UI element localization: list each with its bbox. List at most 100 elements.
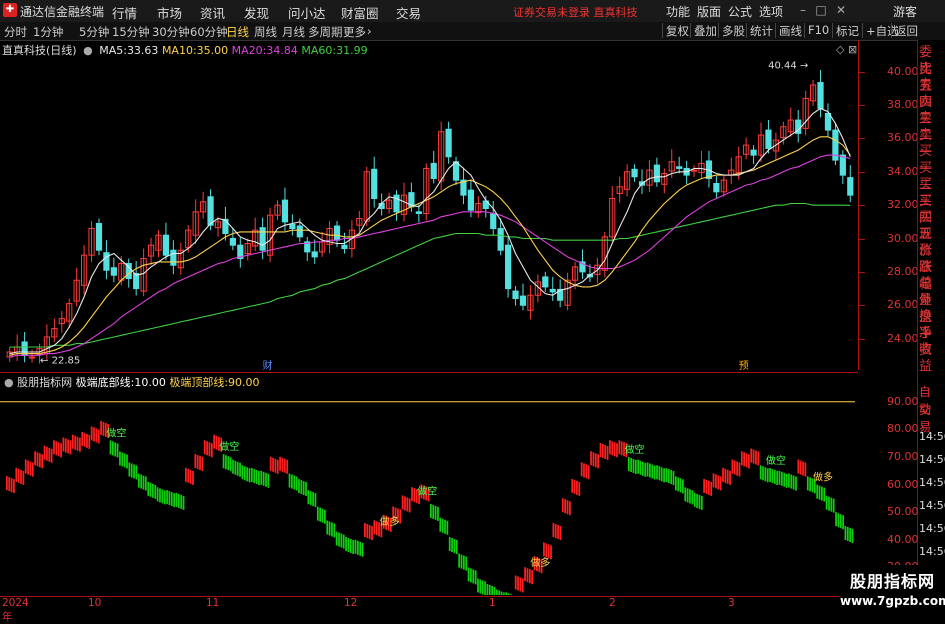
period-weekly[interactable]: 周线 (254, 24, 277, 40)
indicator-bar (192, 470, 194, 485)
indicator-bar (340, 533, 343, 548)
login-notice[interactable]: 证券交易未登录 直真科技 (513, 4, 638, 20)
indicator-bar (227, 456, 230, 471)
indicator-bar (618, 440, 621, 455)
trade-time: 14:56 (919, 476, 945, 489)
guest-button[interactable]: 游客 (893, 3, 917, 20)
indicator-bar (81, 431, 84, 446)
candlestick-chart[interactable]: 40.44 →← 22.85财预涨跌 (0, 55, 858, 372)
indicator-bar (182, 495, 185, 510)
menu-banmian[interactable]: 版面 (697, 3, 721, 20)
indicator-bar (38, 453, 41, 468)
date-tick-label: 10 (88, 597, 102, 609)
menu-jiaoyi[interactable]: 交易 (396, 3, 421, 22)
indicator-bar (842, 515, 844, 530)
indicator-bar (554, 524, 557, 539)
indicator-bar (691, 490, 694, 505)
indicator-bar (493, 586, 496, 595)
biaoji-button[interactable]: 标记 (832, 23, 859, 38)
indicator-bar (144, 476, 147, 491)
menu-caifuquan[interactable]: 财富圈 (341, 3, 379, 22)
indicator-bar (587, 465, 590, 480)
menu-xuanxiang[interactable]: 选项 (759, 3, 783, 20)
indicator-bar (206, 441, 208, 456)
huaxian-button[interactable]: 画线 (775, 23, 802, 38)
period-30min[interactable]: 30分钟 (152, 24, 190, 40)
close-icon[interactable]: ✕ (833, 2, 849, 18)
indicator-bar (715, 474, 717, 489)
indicator-bar (797, 459, 800, 474)
period-more[interactable]: 更多 (343, 24, 366, 40)
indicator-bar (437, 506, 439, 521)
menu-wenxiaoda[interactable]: 问小达 (288, 3, 326, 22)
period-1min[interactable]: 1分钟 (33, 24, 63, 40)
indicator-bar (163, 490, 166, 505)
menu-shichang[interactable]: 市场 (157, 3, 182, 22)
price-tick (859, 171, 865, 173)
diejia-button[interactable]: 叠加 (690, 23, 717, 38)
period-fenshi[interactable]: 分时 (4, 24, 27, 40)
indicator-bar (571, 478, 574, 493)
indicator-bar (599, 443, 602, 457)
indicator-bar (832, 498, 835, 513)
period-60min[interactable]: 60分钟 (190, 24, 228, 40)
indicator-bar (670, 470, 673, 485)
indicator-bar (83, 432, 86, 447)
indicator-bar (830, 497, 833, 512)
indicator-bar (22, 470, 25, 485)
f10-button[interactable]: F10 (804, 23, 829, 38)
indicator-bar (57, 442, 60, 457)
indicator-bar (764, 467, 767, 482)
price-tick (859, 305, 865, 307)
indicator-bar (69, 440, 72, 455)
sell-signal-label: 做空 (766, 454, 786, 467)
price-tick-label: 40.00 (887, 64, 919, 78)
period-monthly[interactable]: 月线 (282, 24, 305, 40)
more-arrow-icon[interactable]: › (367, 24, 372, 38)
indicator-bar (260, 470, 263, 485)
candle-body (505, 244, 512, 290)
restore-icon[interactable]: □ (813, 2, 829, 18)
indicator-bar (583, 463, 585, 478)
indicator-bar (698, 494, 701, 509)
menu-gongshi[interactable]: 公式 (728, 3, 752, 20)
indicator-bar (10, 478, 13, 493)
duogu-button[interactable]: 多股 (718, 23, 745, 38)
indicator-bar (766, 468, 769, 483)
fuquan-button[interactable]: 复权 (662, 23, 689, 38)
indicator-bar (352, 540, 355, 555)
indicator-bar (121, 452, 124, 467)
indicator-bar (189, 469, 192, 484)
minimize-icon[interactable]: – (795, 2, 811, 18)
date-tick-label: 11 (206, 597, 220, 609)
tongji-button[interactable]: 统计 (746, 23, 773, 38)
indicator-bar (126, 454, 128, 469)
indicator-bar (818, 485, 821, 500)
menu-faxian[interactable]: 发现 (244, 3, 269, 22)
indicator-bar (53, 440, 55, 455)
indicator-bar (543, 542, 545, 557)
period-daily[interactable]: 日线 (226, 24, 249, 40)
period-multi[interactable]: 多周期 (308, 24, 343, 40)
period-15min[interactable]: 15分钟 (112, 24, 150, 40)
indicator-bar (154, 484, 157, 499)
indicator-bar (439, 517, 442, 532)
candle-body (110, 267, 117, 276)
indicator-chart[interactable]: 做空做空做多做空做多做空做空做多 (0, 388, 858, 595)
watermark-title: 股朋指标网 (849, 572, 935, 591)
back-button[interactable]: 返回 (891, 23, 918, 38)
period-5min[interactable]: 5分钟 (79, 24, 109, 40)
menu-gongneng[interactable]: 功能 (666, 3, 690, 20)
candle-body (631, 168, 638, 178)
indicator-bar (703, 478, 705, 493)
indicator-bar (185, 467, 187, 482)
menu-zixun[interactable]: 资讯 (200, 3, 225, 22)
menu-hangqing[interactable]: 行情 (112, 3, 137, 22)
indicator-bar (13, 479, 15, 494)
indicator-bar (809, 477, 811, 492)
indicator-bar (133, 464, 135, 479)
indicator-bar (335, 531, 338, 546)
indicator-bar (528, 569, 531, 584)
indicator-bar (578, 481, 581, 496)
indicator-bar (347, 538, 350, 553)
